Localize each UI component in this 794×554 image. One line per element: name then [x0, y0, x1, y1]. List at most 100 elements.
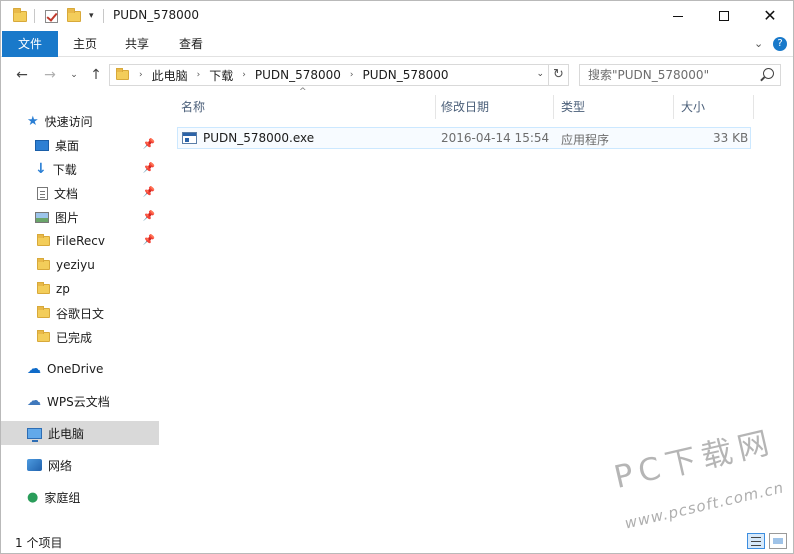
nav-item-yeziyu[interactable]: yeziyu [1, 253, 159, 277]
tab-home[interactable]: 主页 [61, 31, 109, 57]
desktop-icon [35, 139, 49, 151]
properties-icon[interactable] [45, 8, 58, 24]
status-bar: 1 个项目 [1, 529, 793, 553]
nav-label: yeziyu [56, 258, 95, 272]
breadcrumb-current-folder[interactable]: PUDN_578000 [363, 68, 449, 82]
nav-this-pc[interactable]: 此电脑 [1, 421, 159, 445]
column-divider[interactable] [435, 95, 436, 119]
nav-label: FileRecv [56, 234, 105, 248]
refresh-button[interactable]: ↻ [549, 64, 569, 86]
maximize-icon [719, 11, 729, 21]
picture-icon [35, 211, 49, 223]
forward-button[interactable]: → [41, 66, 59, 84]
breadcrumb-this-pc[interactable]: 此电脑 [152, 67, 188, 84]
download-icon: ↓ [35, 161, 47, 177]
address-dropdown-chevron-icon[interactable]: ⌄ [536, 69, 544, 79]
help-button[interactable]: ? [773, 37, 787, 51]
nav-label: WPS云文档 [47, 394, 110, 409]
chevron-right-icon[interactable]: › [350, 70, 354, 80]
star-icon: ★ [27, 113, 39, 129]
close-icon: ✕ [763, 6, 777, 25]
up-button[interactable]: ↑ [87, 66, 105, 84]
nav-label: 谷歌日文 [56, 306, 105, 321]
nav-label: 快速访问 [44, 114, 93, 129]
nav-wps-cloud[interactable]: ☁ WPS云文档 [1, 389, 159, 413]
tab-view[interactable]: 查看 [167, 31, 215, 57]
nav-label: 桌面 [55, 138, 80, 153]
column-divider[interactable] [753, 95, 754, 119]
nav-onedrive[interactable]: ☁ OneDrive [1, 357, 159, 381]
tab-share[interactable]: 共享 [113, 31, 161, 57]
file-modified: 2016-04-14 15:54 [441, 131, 550, 145]
nav-item-google-japanese[interactable]: 谷歌日文 [1, 301, 159, 325]
pin-icon: 📌 [142, 163, 155, 174]
nav-item-filerecv[interactable]: FileRecv 📌 [1, 229, 159, 253]
table-row[interactable]: PUDN_578000.exe 2016-04-14 15:54 应用程序 33… [177, 127, 751, 149]
nav-homegroup[interactable]: ● 家庭组 [1, 485, 159, 509]
back-button[interactable]: ← [13, 66, 31, 84]
file-type: 应用程序 [561, 133, 610, 147]
nav-label: 网络 [48, 458, 73, 473]
nav-item-zp[interactable]: zp [1, 277, 159, 301]
address-bar[interactable]: › 此电脑 › 下载 › PUDN_578000 › PUDN_578000 ⌄ [109, 64, 549, 86]
title-bar: ▾ PUDN_578000 ✕ [1, 1, 793, 31]
folder-icon [116, 68, 129, 80]
folder-icon [37, 330, 50, 342]
pin-icon: 📌 [142, 187, 155, 198]
nav-label: 下载 [52, 162, 77, 177]
column-header-size[interactable]: 大小 [677, 95, 753, 119]
nav-item-documents[interactable]: 文档 📌 [1, 181, 159, 205]
nav-item-desktop[interactable]: 桌面 📌 [1, 133, 159, 157]
recent-locations-chevron-icon[interactable]: ⌄ [65, 66, 83, 84]
nav-network[interactable]: 网络 [1, 453, 159, 477]
search-input[interactable] [580, 65, 756, 85]
breadcrumb-folder[interactable]: PUDN_578000 [255, 68, 341, 82]
item-count: 1 个项目 [15, 536, 63, 550]
navigation-pane: ★ 快速访问 桌面 📌 ↓ 下载 📌 文档 📌 图片 📌 FileRecv 📌 [1, 92, 161, 529]
chevron-right-icon[interactable]: › [197, 70, 201, 80]
column-header-modified[interactable]: 修改日期 [437, 95, 553, 119]
nav-label: 此电脑 [48, 426, 85, 441]
nav-quick-access[interactable]: ★ 快速访问 [1, 109, 159, 133]
file-name: PUDN_578000.exe [203, 131, 315, 145]
nav-label: zp [56, 282, 70, 296]
nav-item-downloads[interactable]: ↓ 下载 📌 [1, 157, 159, 181]
chevron-right-icon[interactable]: › [242, 70, 246, 80]
folder-icon [37, 258, 50, 270]
large-icons-view-button[interactable] [769, 533, 787, 549]
nav-label: 文档 [54, 186, 79, 201]
pin-icon: 📌 [142, 211, 155, 222]
minimize-icon [673, 15, 683, 17]
column-divider[interactable] [553, 95, 554, 119]
breadcrumb-downloads[interactable]: 下载 [209, 67, 233, 84]
search-icon[interactable] [763, 68, 774, 79]
pin-icon: 📌 [142, 139, 155, 150]
minimize-button[interactable] [655, 1, 701, 31]
document-icon [37, 186, 48, 200]
ribbon-tabs: 文件 主页 共享 查看 ⌄ ? [1, 31, 793, 57]
column-divider[interactable] [673, 95, 674, 119]
search-box[interactable] [579, 64, 781, 86]
folder-icon [37, 282, 50, 294]
customize-toolbar-arrow-icon[interactable]: ▾ [89, 8, 94, 24]
column-header-type[interactable]: 类型 [557, 95, 673, 119]
file-size: 33 KB [713, 131, 749, 145]
tab-file[interactable]: 文件 [2, 31, 58, 57]
folder-icon [13, 7, 27, 24]
homegroup-icon: ● [27, 489, 39, 505]
help-icon: ? [773, 37, 787, 51]
maximize-button[interactable] [701, 1, 747, 31]
nav-label: OneDrive [47, 362, 104, 376]
folder-icon [37, 306, 50, 318]
details-view-button[interactable] [747, 533, 765, 549]
nav-item-pictures[interactable]: 图片 📌 [1, 205, 159, 229]
folder-icon [37, 234, 50, 246]
application-icon [182, 132, 197, 144]
close-button[interactable]: ✕ [747, 1, 793, 31]
chevron-right-icon: › [139, 70, 143, 80]
nav-label: 图片 [55, 210, 80, 225]
expand-ribbon-chevron-icon[interactable]: ⌄ [754, 37, 763, 50]
new-folder-icon[interactable] [67, 7, 81, 24]
nav-item-completed[interactable]: 已完成 [1, 325, 159, 349]
column-header-name[interactable]: 名称 [177, 95, 435, 119]
